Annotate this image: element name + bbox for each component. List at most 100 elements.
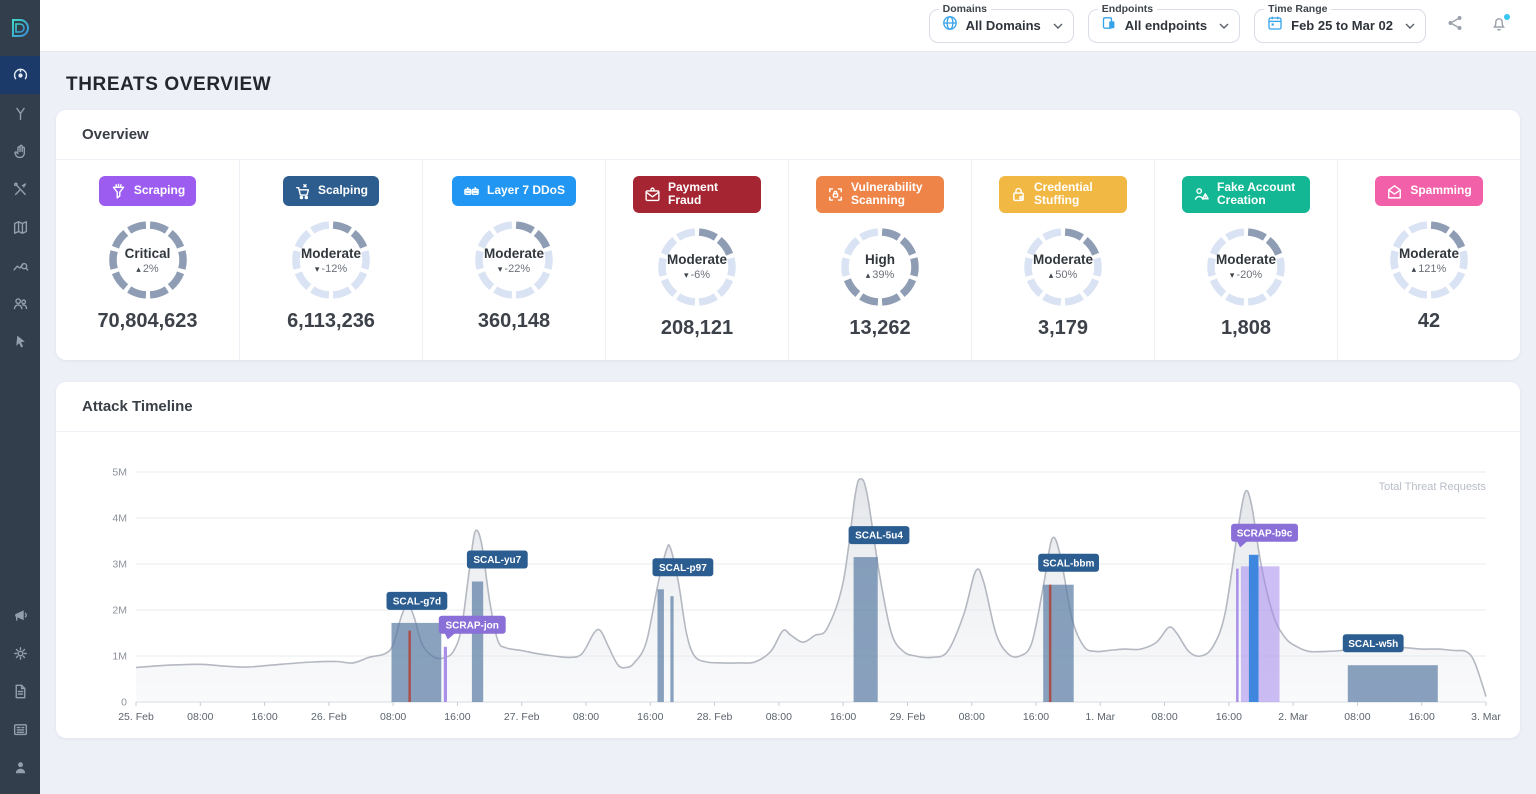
threat-chip-scraping[interactable]: Scraping xyxy=(99,176,196,206)
domains-field-label: Domains xyxy=(939,3,991,15)
sidebar-item-settings[interactable] xyxy=(0,634,40,672)
threat-chip-scalping[interactable]: Scalping xyxy=(283,176,379,206)
share-button[interactable] xyxy=(1440,11,1470,41)
threat-count: 360,148 xyxy=(429,310,599,333)
attack-bar-SCAL-5u4[interactable] xyxy=(854,557,878,702)
trend-change: ▴121% xyxy=(1412,263,1447,275)
domains-select[interactable]: Domains All Domains xyxy=(929,9,1074,43)
threat-card-fake-account-creation: Fake Account CreationModerate▾-20%1,808 xyxy=(1154,160,1337,360)
attack-timeline-card: Attack Timeline 01M2M3M4M5M25. Feb08:001… xyxy=(56,382,1520,738)
trend-change: ▾-12% xyxy=(315,263,347,275)
attack-bar-SCAL-p97-2[interactable] xyxy=(670,596,673,702)
hand-icon xyxy=(12,143,29,160)
threat-card-scalping: ScalpingModerate▾-12%6,113,236 xyxy=(239,160,422,360)
sidebar-item-news[interactable] xyxy=(0,710,40,748)
x-axis-tick: 16:00 xyxy=(830,711,856,723)
attack-marker-SCAL-bbm[interactable] xyxy=(1049,585,1052,702)
sidebar-item-attacks[interactable] xyxy=(0,94,40,132)
attack-timeline-chart[interactable]: 01M2M3M4M5M25. Feb08:0016:0026. Feb08:00… xyxy=(56,432,1520,738)
attack-bar-SCAL-w5h[interactable] xyxy=(1348,665,1438,702)
attack-label-SCAL-bbm[interactable]: SCAL-bbm xyxy=(1038,554,1099,572)
x-axis-tick: 08:00 xyxy=(959,711,985,723)
trend-down-icon: ▾ xyxy=(498,264,503,274)
sidebar-item-threats[interactable] xyxy=(0,56,40,94)
chart-legend: Total Threat Requests xyxy=(1379,481,1487,493)
sidebar-item-users[interactable] xyxy=(0,284,40,322)
x-axis-tick: 16:00 xyxy=(1409,711,1435,723)
x-axis-tick: 08:00 xyxy=(187,711,213,723)
mail-lock-icon xyxy=(644,186,661,203)
threat-count: 3,179 xyxy=(978,317,1148,340)
total-threat-requests-area xyxy=(136,479,1486,702)
attack-label-SCAL-yu7[interactable]: SCAL-yu7 xyxy=(467,550,528,568)
cart-icon xyxy=(294,183,311,200)
trend-change: ▾-22% xyxy=(498,263,530,275)
threat-chip-credential-stuffing[interactable]: Credential Stuffing xyxy=(999,176,1127,213)
sidebar-item-analytics[interactable] xyxy=(0,246,40,284)
sidebar-item-document[interactable] xyxy=(0,672,40,710)
threat-chip-label: Fake Account Creation xyxy=(1217,181,1299,208)
notifications-button[interactable] xyxy=(1484,11,1514,41)
user-icon xyxy=(12,759,29,776)
attack-bar-SCAL-yu7[interactable] xyxy=(472,581,483,702)
trend-change: ▾-20% xyxy=(1230,269,1262,281)
attack-line-SCRAP-b9c[interactable] xyxy=(1236,568,1239,701)
attack-bar-SCRAP-b9c[interactable] xyxy=(1241,566,1280,702)
attack-label-SCAL-g7d[interactable]: SCAL-g7d xyxy=(387,592,448,610)
sidebar-bottom-nav xyxy=(0,596,40,794)
domains-value: All Domains xyxy=(966,18,1041,33)
threat-chip-label: Vulnerability Scanning xyxy=(851,181,933,208)
page-title: THREATS OVERVIEW xyxy=(66,74,1520,96)
datadome-logo[interactable] xyxy=(0,0,40,56)
threat-count: 6,113,236 xyxy=(246,310,416,333)
svg-text:SCRAP-b9c: SCRAP-b9c xyxy=(1237,528,1293,539)
threat-count: 208,121 xyxy=(612,317,782,340)
overview-card: Overview ScrapingCritical▴2%70,804,623Sc… xyxy=(56,110,1520,360)
threat-chip-layer-7-ddos[interactable]: Layer 7 DDoS xyxy=(452,176,576,206)
document-icon xyxy=(12,683,29,700)
sidebar-item-protection[interactable] xyxy=(0,132,40,170)
attack-marker-SCAL-g7d[interactable] xyxy=(408,631,411,702)
severity-label: Moderate xyxy=(484,246,544,261)
x-axis-tick: 08:00 xyxy=(573,711,599,723)
attack-highlight-SCRAP-b9c[interactable] xyxy=(1249,555,1259,702)
endpoints-field-label: Endpoints xyxy=(1098,3,1157,15)
threat-cards-grid: ScrapingCritical▴2%70,804,623ScalpingMod… xyxy=(56,160,1520,360)
trend-down-icon: ▾ xyxy=(1230,270,1235,280)
attack-bar-SCAL-p97[interactable] xyxy=(658,589,664,702)
threat-chip-vulnerability-scanning[interactable]: Vulnerability Scanning xyxy=(816,176,944,213)
attack-timeline-title: Attack Timeline xyxy=(82,398,1494,415)
chart-search-icon xyxy=(12,257,29,274)
x-axis-tick: 16:00 xyxy=(251,711,277,723)
svg-text:SCAL-w5h: SCAL-w5h xyxy=(1348,639,1398,650)
attack-label-SCAL-w5h[interactable]: SCAL-w5h xyxy=(1343,634,1404,652)
sidebar-item-bot-activity[interactable] xyxy=(0,322,40,360)
threat-chip-fake-account-creation[interactable]: Fake Account Creation xyxy=(1182,176,1310,213)
attack-label-SCAL-5u4[interactable]: SCAL-5u4 xyxy=(849,526,910,544)
severity-gauge: Moderate▴50% xyxy=(1021,225,1105,309)
sidebar-item-tools[interactable] xyxy=(0,170,40,208)
severity-label: Critical xyxy=(125,246,171,261)
threat-chip-spamming[interactable]: Spamming xyxy=(1375,176,1482,206)
y-axis-tick: 1M xyxy=(112,650,127,662)
threat-chip-payment-fraud[interactable]: Payment Fraud xyxy=(633,176,761,213)
time-range-select[interactable]: Time Range Feb 25 to Mar 02 xyxy=(1254,9,1426,43)
x-axis-tick: 26. Feb xyxy=(311,711,347,723)
endpoints-select[interactable]: Endpoints All endpoints xyxy=(1088,9,1240,43)
attack-bar-SCAL-g7d[interactable] xyxy=(392,623,442,702)
trend-change: ▴39% xyxy=(866,269,895,281)
sidebar-top-nav xyxy=(0,56,40,360)
mail-open-icon xyxy=(1386,183,1403,200)
notification-dot xyxy=(1504,14,1510,20)
attack-label-SCAL-p97[interactable]: SCAL-p97 xyxy=(653,558,714,576)
trend-change: ▾-6% xyxy=(684,269,710,281)
attack-bar-SCRAP-jon[interactable] xyxy=(444,647,447,702)
attack-bar-SCAL-bbm[interactable] xyxy=(1043,585,1074,702)
threat-chip-label: Layer 7 DDoS xyxy=(487,184,565,197)
sidebar-item-map[interactable] xyxy=(0,208,40,246)
severity-label: Moderate xyxy=(667,252,727,267)
attack-label-SCRAP-b9c[interactable]: SCRAP-b9c xyxy=(1231,524,1298,548)
endpoints-icon xyxy=(1101,15,1117,36)
sidebar-item-announcements[interactable] xyxy=(0,596,40,634)
sidebar-item-account[interactable] xyxy=(0,748,40,786)
